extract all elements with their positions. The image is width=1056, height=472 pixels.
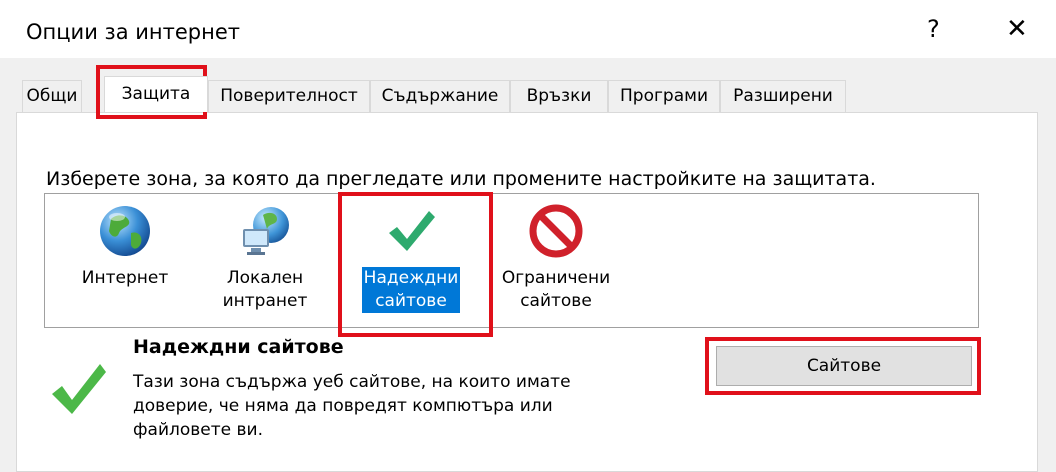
title-bar: Опции за интернет ? ✕ (0, 0, 1056, 58)
checkmark-icon (389, 211, 435, 251)
help-button[interactable]: ? (927, 15, 940, 43)
zone-label-line2: интранет (222, 291, 308, 311)
zone-trusted-sites[interactable]: Надеждни сайтове (355, 203, 467, 313)
selected-zone-description: Тази зона съдържа уеб сайтове, на които … (133, 370, 633, 442)
tab-security[interactable]: Защита (104, 76, 208, 112)
sites-button[interactable]: Сайтове (716, 346, 972, 386)
zone-label-line1: Надеждни (363, 268, 459, 288)
globe-icon (100, 206, 150, 256)
zone-label-line2: сайтове (375, 291, 447, 311)
zone-instruction: Изберете зона, за която да прегледате ил… (46, 168, 876, 190)
zone-label: Ограничени сайтове (500, 267, 612, 313)
description-line: доверие, че няма да повредят компютъра и… (133, 396, 553, 416)
zone-label: Надеждни сайтове (361, 267, 461, 313)
prohibited-icon (529, 204, 583, 258)
trusted-sites-check-icon (52, 364, 106, 414)
tab-general[interactable]: Общи (22, 80, 82, 112)
selected-zone-title: Надеждни сайтове (133, 336, 344, 358)
close-button[interactable]: ✕ (1006, 14, 1028, 44)
tab-privacy[interactable]: Поверителност (208, 80, 370, 112)
zone-label-line1: Локален (226, 268, 304, 288)
zone-label: Интернет (81, 268, 169, 288)
zone-local-intranet[interactable]: Локален интранет (210, 203, 320, 313)
zone-label: Локален интранет (221, 267, 310, 313)
zone-restricted-sites[interactable]: Ограничени сайтове (495, 203, 617, 313)
zone-internet[interactable]: Интернет (70, 203, 180, 290)
zone-label-line2: сайтове (520, 291, 592, 311)
tab-programs[interactable]: Програми (608, 80, 720, 112)
description-line: Тази зона съдържа уеб сайтове, на които … (133, 372, 571, 392)
intranet-icon (243, 207, 289, 255)
zone-label-line1: Ограничени (501, 268, 611, 288)
tab-advanced[interactable]: Разширени (720, 80, 846, 112)
window-title: Опции за интернет (26, 20, 240, 44)
tab-content[interactable]: Съдържание (370, 80, 510, 112)
tab-connections[interactable]: Връзки (510, 80, 608, 112)
description-line: файловете ви. (133, 420, 263, 440)
